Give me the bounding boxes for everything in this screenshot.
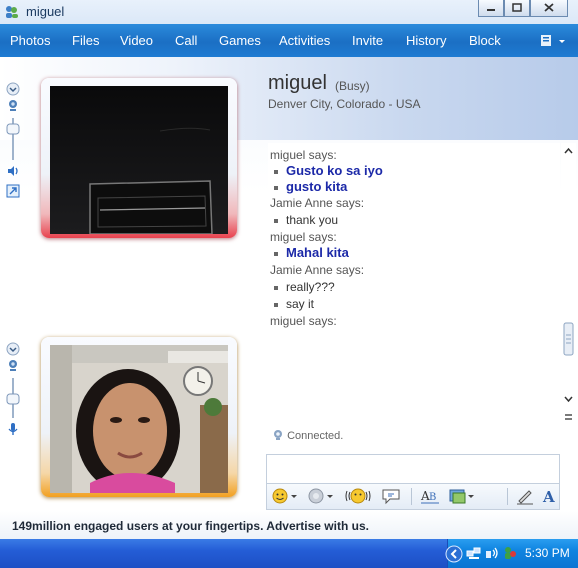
mic-volume-slider[interactable]	[6, 378, 20, 418]
popout-icon[interactable]	[6, 184, 20, 198]
remote-video-tools	[3, 80, 23, 200]
ad-text[interactable]: 149million engaged users at your fingert…	[12, 519, 369, 533]
message-text: gusto kita	[286, 179, 348, 194]
speaker-line: miguel says:	[270, 230, 337, 244]
own-video-frame	[41, 337, 237, 497]
message-line: thank you	[274, 213, 338, 227]
webcam-icon[interactable]	[6, 358, 20, 372]
toolbar-menu-icon[interactable]	[539, 33, 569, 49]
menu-games[interactable]: Games	[219, 33, 261, 48]
handwriting-icon[interactable]	[515, 487, 535, 505]
tray-expand-icon[interactable]	[445, 545, 463, 563]
background-icon[interactable]	[448, 487, 476, 505]
message-line: really???	[274, 280, 335, 294]
system-tray: 5:30 PM	[445, 539, 578, 568]
message-line: Mahal kita	[274, 245, 349, 260]
chat-log[interactable]: miguel says: Gusto ko sa iyo gusto kita …	[268, 143, 560, 427]
compose-toolbar: A B A	[266, 483, 560, 510]
emoticon-icon[interactable]	[271, 487, 299, 505]
menu-block[interactable]: Block	[469, 33, 501, 48]
toolbar-divider	[411, 488, 412, 505]
message-text: Gusto ko sa iyo	[286, 163, 383, 178]
menu-activities[interactable]: Activities	[279, 33, 330, 48]
wink-icon[interactable]	[307, 487, 335, 505]
contact-name: miguel	[268, 72, 327, 94]
title-bar: miguel	[0, 0, 578, 24]
contact-location: Denver City, Colorado - USA	[268, 97, 421, 111]
menu-photos[interactable]: Photos	[10, 33, 50, 48]
bullet-icon	[274, 169, 278, 174]
messenger-tray-icon[interactable]	[502, 545, 518, 561]
speaker-line: Jamie Anne says:	[270, 196, 365, 210]
own-video-feed	[50, 345, 228, 493]
network-icon[interactable]	[466, 545, 482, 561]
close-icon	[544, 3, 554, 12]
menu-invite[interactable]: Invite	[352, 33, 383, 48]
chevron-down-icon[interactable]	[6, 82, 20, 96]
message-line: say it	[274, 297, 314, 311]
chat-scrollbar[interactable]	[561, 143, 576, 427]
remote-video-frame	[41, 78, 237, 238]
close-button[interactable]	[530, 0, 568, 17]
menu-call[interactable]: Call	[175, 33, 197, 48]
message-text: Mahal kita	[286, 245, 349, 260]
maximize-button[interactable]	[504, 0, 530, 17]
message-line: gusto kita	[274, 179, 347, 194]
connection-status-text: Connected.	[287, 430, 344, 442]
bullet-icon	[274, 285, 278, 290]
ad-banner[interactable]: 149million engaged users at your fingert…	[0, 511, 578, 539]
chevron-down-icon[interactable]	[6, 342, 20, 356]
menu-bar: Photos Files Video Call Games Activities…	[0, 24, 578, 57]
bullet-icon	[274, 185, 278, 190]
webcam-icon[interactable]	[6, 98, 20, 112]
clock[interactable]: 5:30 PM	[525, 546, 570, 560]
speaker-line: Jamie Anne says:	[270, 263, 365, 277]
volume-slider[interactable]	[6, 118, 20, 160]
contact-status: (Busy)	[335, 79, 370, 93]
bullet-icon	[274, 218, 278, 223]
message-line: Gusto ko sa iyo	[274, 163, 383, 178]
minimize-button[interactable]	[478, 0, 504, 17]
connection-status: Connected.	[272, 429, 343, 442]
message-text: thank you	[286, 213, 339, 227]
bullet-icon	[274, 302, 278, 307]
message-text: say it	[286, 297, 315, 311]
bullet-icon	[274, 251, 278, 256]
messenger-icon	[6, 6, 18, 18]
own-video-tools	[3, 340, 23, 440]
menu-history[interactable]: History	[406, 33, 446, 48]
toolbar-divider	[507, 488, 508, 505]
speaker-line: miguel says:	[270, 148, 337, 162]
nudge-icon[interactable]	[345, 487, 371, 505]
text-icon[interactable]: A	[541, 487, 557, 505]
connection-icon	[274, 430, 282, 440]
message-input[interactable]	[266, 454, 560, 484]
voice-clip-icon[interactable]	[380, 487, 402, 505]
minimize-icon	[487, 9, 495, 11]
svg-text:A: A	[542, 488, 555, 505]
speaker-line: miguel says:	[270, 314, 337, 328]
remote-video-feed	[50, 86, 228, 234]
svg-text:B: B	[429, 492, 436, 503]
speaker-icon[interactable]	[6, 164, 20, 178]
menu-files[interactable]: Files	[72, 33, 99, 48]
menu-video[interactable]: Video	[120, 33, 153, 48]
message-text: really???	[286, 280, 335, 294]
font-icon[interactable]: A B	[419, 487, 441, 505]
window-title: miguel	[26, 4, 65, 19]
wireless-icon[interactable]	[484, 545, 500, 561]
maximize-icon	[512, 3, 522, 12]
microphone-icon[interactable]	[6, 422, 20, 436]
